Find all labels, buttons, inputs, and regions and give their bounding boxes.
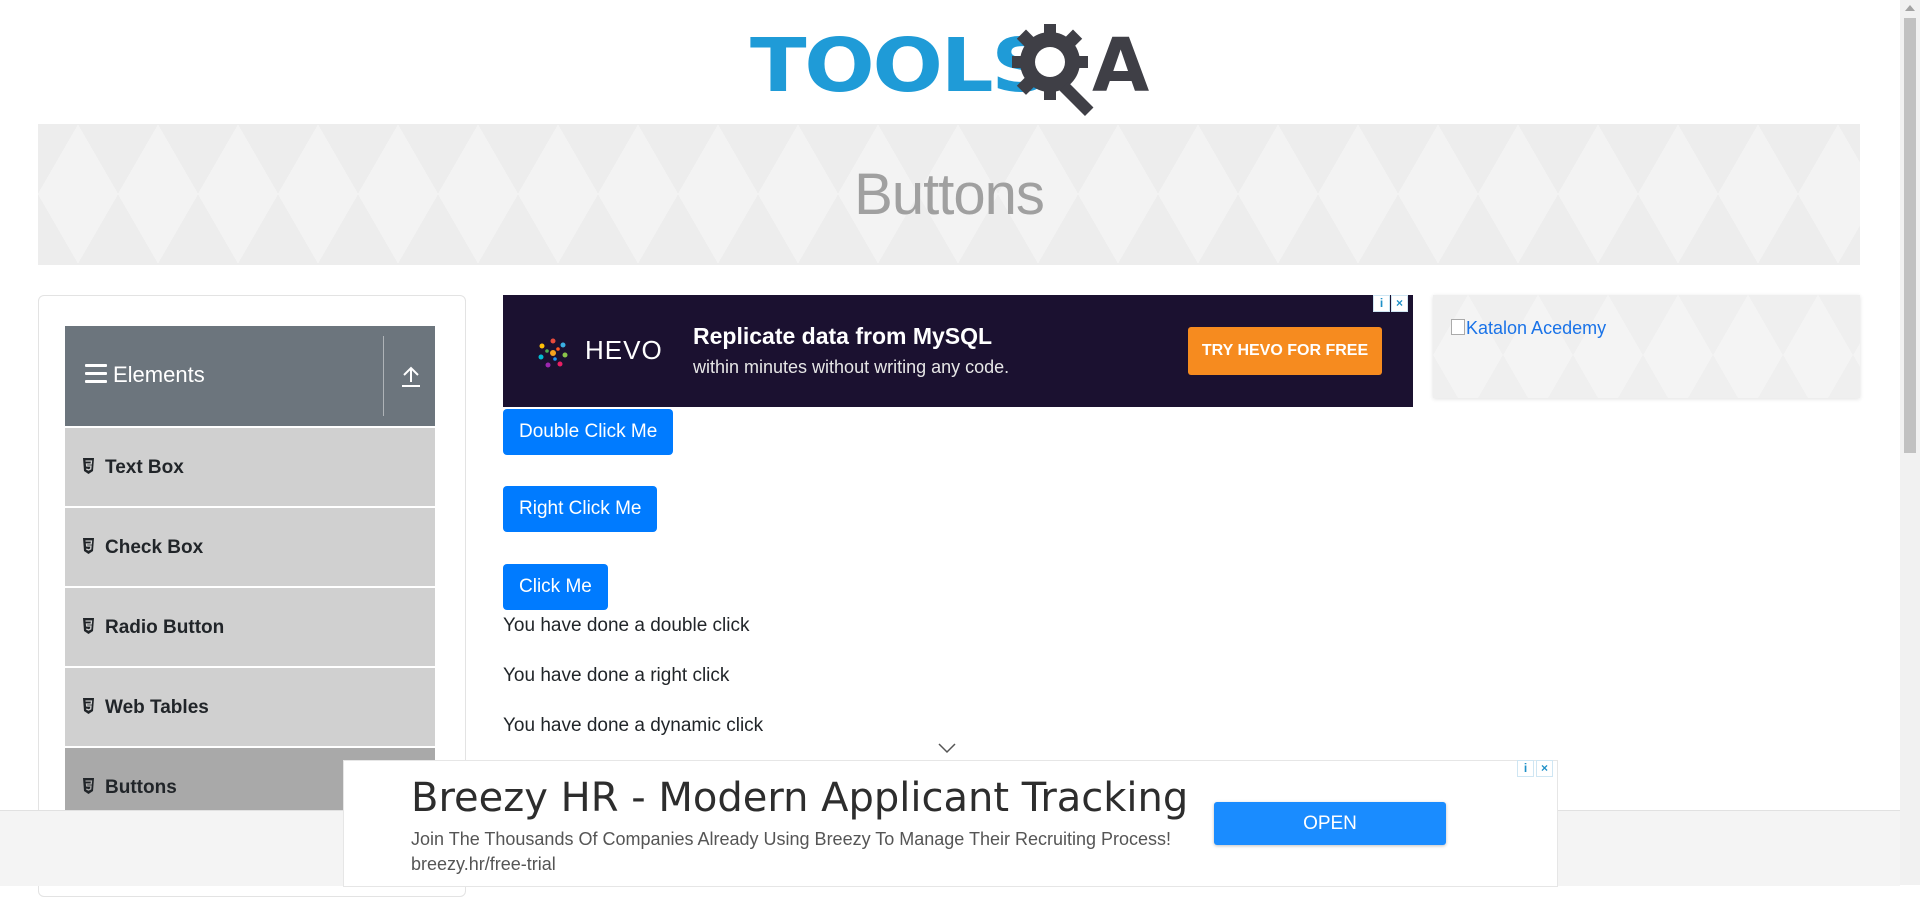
- ad-close-icon[interactable]: ×: [1536, 760, 1553, 777]
- sidebar-item-web-tables[interactable]: Web Tables: [65, 666, 435, 746]
- broken-image-icon: [1451, 319, 1465, 335]
- sidebar-item-label: Radio Button: [105, 617, 225, 638]
- breezy-ad[interactable]: Breezy HR - Modern Applicant Tracking Jo…: [343, 760, 1558, 887]
- click-me-button[interactable]: Click Me: [503, 564, 608, 610]
- right-click-message: You have done a right click: [503, 665, 730, 686]
- ad-headline: Replicate data from MySQL: [693, 323, 993, 349]
- katalon-alt-text: Katalon Acedemy: [1466, 318, 1607, 338]
- sidebar-item-text-box[interactable]: Text Box: [65, 426, 435, 506]
- double-click-button[interactable]: Double Click Me: [503, 409, 674, 455]
- ad-subline: within minutes without writing any code.: [693, 357, 1010, 377]
- sidebar-item-label: Check Box: [105, 537, 204, 558]
- scroll-up-arrow-icon[interactable]: [1905, 5, 1915, 11]
- hevo-logo-icon: [538, 338, 568, 368]
- page-title: Buttons: [854, 162, 1045, 227]
- html5-icon: [83, 618, 94, 634]
- collapse-arrow-icon[interactable]: [399, 364, 423, 390]
- hevo-brand: HEVO: [585, 335, 663, 365]
- elements-group-header[interactable]: Elements: [65, 326, 435, 426]
- ad-close-icon[interactable]: ×: [1391, 295, 1408, 312]
- group-title: Elements: [113, 362, 205, 387]
- logo-a-text: A: [1092, 23, 1150, 109]
- sidebar-item-label: Text Box: [105, 457, 184, 478]
- dynamic-click-message: You have done a dynamic click: [503, 715, 764, 736]
- double-click-message: You have done a double click: [503, 615, 750, 636]
- toolsqa-logo[interactable]: TOOLS A: [750, 18, 1154, 116]
- ad-info-icon[interactable]: i: [1373, 295, 1390, 312]
- katalon-image-link[interactable]: Katalon Acedemy: [1451, 318, 1606, 339]
- try-hevo-button[interactable]: TRY HEVO FOR FREE: [1188, 327, 1382, 375]
- hevo-ad[interactable]: HEVO Replicate data from MySQL within mi…: [503, 295, 1413, 407]
- hamburger-icon: [85, 364, 107, 384]
- breezy-headline: Breezy HR - Modern Applicant Tracking: [411, 775, 1189, 821]
- html5-icon: [83, 698, 94, 714]
- katalon-ad[interactable]: Katalon Acedemy: [1433, 295, 1860, 398]
- ad-info-icon[interactable]: i: [1517, 760, 1534, 777]
- header-divider: [383, 336, 384, 416]
- html5-icon: [83, 458, 94, 474]
- chevron-down-icon[interactable]: [937, 742, 957, 754]
- sidebar-item-radio-button[interactable]: Radio Button: [65, 586, 435, 666]
- page-banner: Buttons: [38, 124, 1860, 265]
- sidebar-item-label: Web Tables: [105, 697, 209, 718]
- html5-icon: [83, 538, 94, 554]
- breezy-body: Join The Thousands Of Companies Already …: [411, 829, 1172, 874]
- logo-tools-text: TOOLS: [750, 23, 1051, 109]
- scrollbar-thumb[interactable]: [1904, 18, 1916, 453]
- sidebar-item-label: Buttons: [105, 777, 177, 798]
- page-scrollbar[interactable]: [1900, 0, 1920, 885]
- open-button[interactable]: OPEN: [1214, 802, 1446, 845]
- right-click-button[interactable]: Right Click Me: [503, 486, 658, 532]
- sidebar-item-check-box[interactable]: Check Box: [65, 506, 435, 586]
- html5-icon: [83, 778, 94, 794]
